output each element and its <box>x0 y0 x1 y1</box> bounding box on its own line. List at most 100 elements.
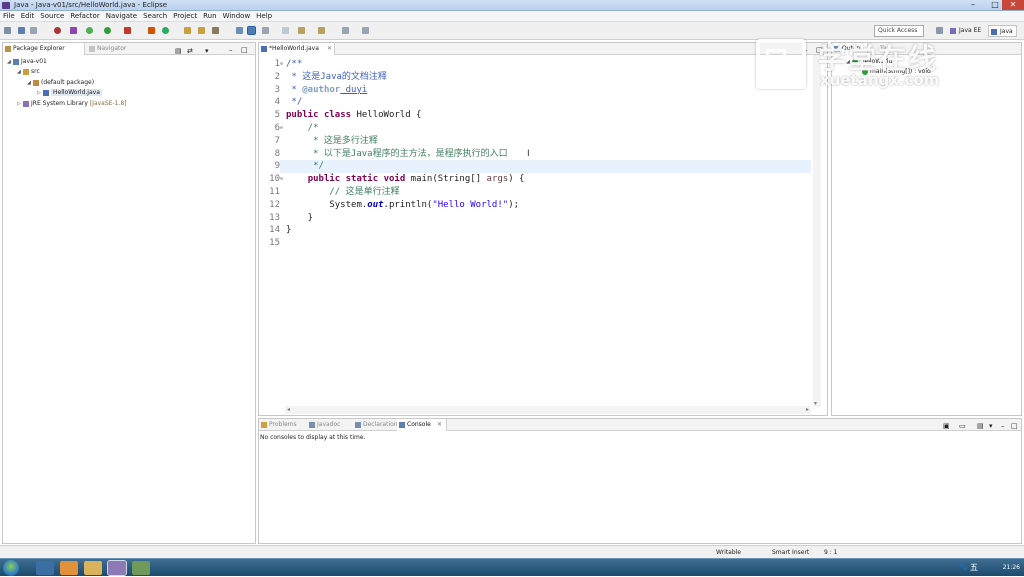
outline-panel: Outline Ta ◢ HelloWorld main(String[]) : … <box>831 42 1022 416</box>
scroll-down-icon[interactable]: ▾ <box>814 400 817 407</box>
start-button[interactable] <box>3 560 19 576</box>
quick-access-input[interactable]: Quick Access <box>874 25 924 37</box>
tab-navigator[interactable]: Navigator <box>87 43 143 55</box>
editor-tabstrip: *HelloWorld.java ✕ – □ <box>259 43 827 55</box>
ime-mode[interactable]: 五 <box>970 562 978 573</box>
next-annotation-icon[interactable] <box>282 27 289 34</box>
code-line: 4 */ <box>274 97 303 108</box>
code-line: 2 * 这是Java的文档注释 <box>274 71 387 82</box>
minimize-view-icon[interactable]: – <box>1001 420 1005 432</box>
eclipse-taskbar-icon[interactable] <box>107 560 127 576</box>
tree-project[interactable]: ◢ Java-v01 <box>7 57 47 67</box>
open-perspective-icon[interactable] <box>936 27 943 34</box>
tab-package-explorer[interactable]: Package Explorer <box>3 43 85 55</box>
menu-search[interactable]: Search <box>140 11 170 22</box>
editor-horizontal-scrollbar[interactable]: ◂ ▸ <box>285 406 811 414</box>
skip-breakpoints-icon[interactable] <box>70 27 77 34</box>
open-type-icon[interactable] <box>184 27 191 34</box>
maximize-view-icon[interactable]: □ <box>1011 420 1018 432</box>
ime-paw-icon[interactable]: 🐾 <box>958 562 968 571</box>
code-line: 13 } <box>269 212 314 223</box>
code-editor[interactable]: 1 ⊖/** 2 * 这是Java的文档注释 3 * @author duyi 4… <box>259 55 811 408</box>
view-menu-icon[interactable]: ▾ <box>205 45 209 57</box>
fold-icon[interactable]: ⊖ <box>280 58 283 71</box>
toggle-mark-icon[interactable] <box>236 27 243 34</box>
menu-window[interactable]: Window <box>220 11 254 22</box>
tab-problems[interactable]: Problems <box>259 419 305 431</box>
view-menu-icon[interactable]: ▾ <box>989 420 993 432</box>
app-taskbar-icon[interactable] <box>132 561 150 575</box>
show-whitespace-icon[interactable] <box>262 27 269 34</box>
menu-project[interactable]: Project <box>170 11 200 22</box>
close-icon[interactable]: ✕ <box>1002 0 1024 10</box>
console-panel: Problems Javadoc Declaration Console ✕ ▣ … <box>258 418 1022 544</box>
minimize-view-icon[interactable]: – <box>229 44 233 56</box>
debug-icon[interactable] <box>86 27 93 34</box>
tree-default-package[interactable]: ◢ (default package) <box>27 78 94 88</box>
new-class-icon[interactable] <box>162 27 169 34</box>
new-icon[interactable] <box>4 27 11 34</box>
back-icon[interactable] <box>342 27 349 34</box>
code-line: 6 ⊖ /* <box>274 122 319 135</box>
menu-navigate[interactable]: Navigate <box>103 11 140 22</box>
prev-annotation-icon[interactable] <box>298 27 305 34</box>
navigator-icon <box>89 46 95 52</box>
java-ee-icon <box>950 28 956 34</box>
collapse-all-icon[interactable]: ▤ <box>175 45 182 57</box>
xuetangx-watermark: 学堂在线 xuetangx.com <box>756 37 966 93</box>
menu-run[interactable]: Run <box>200 11 219 22</box>
menu-file[interactable]: File <box>0 11 18 22</box>
ie-icon[interactable] <box>36 561 54 575</box>
console-icon <box>399 422 405 428</box>
last-edit-icon[interactable] <box>318 27 325 34</box>
tree-src-folder[interactable]: ◢ src <box>17 67 40 77</box>
save-icon[interactable] <box>18 27 25 34</box>
tab-console[interactable]: Console ✕ <box>397 419 447 431</box>
link-editor-icon[interactable]: ⇄ <box>187 45 193 57</box>
close-tab-icon[interactable]: ✕ <box>327 43 332 55</box>
eclipse-icon <box>2 2 10 9</box>
menu-refactor[interactable]: Refactor <box>67 11 102 22</box>
problems-icon <box>261 422 267 428</box>
window-title: Java - Java-v01/src/HelloWorld.java - Ec… <box>14 1 168 9</box>
menu-help[interactable]: Help <box>253 11 275 22</box>
perspective-java[interactable]: Java <box>988 25 1017 37</box>
menu-source[interactable]: Source <box>37 11 67 22</box>
new-java-project-icon[interactable] <box>148 27 155 34</box>
fold-icon[interactable]: ⊖ <box>280 122 283 135</box>
scroll-left-icon[interactable]: ◂ <box>287 406 290 413</box>
maximize-view-icon[interactable]: □ <box>241 44 248 56</box>
clock[interactable]: 21:26 <box>1003 559 1020 577</box>
package-explorer-icon <box>5 46 11 52</box>
run-icon[interactable] <box>104 27 111 34</box>
external-tools-icon[interactable] <box>124 27 131 34</box>
display-console-icon[interactable]: ▣ <box>943 420 950 432</box>
search-icon[interactable] <box>212 27 219 34</box>
java-file-icon <box>261 46 267 52</box>
minimize-icon[interactable]: – <box>962 0 984 10</box>
fold-icon[interactable]: ⊖ <box>280 173 283 186</box>
editor-vertical-scrollbar[interactable]: ▾ <box>813 55 821 407</box>
explorer-icon[interactable] <box>84 561 102 575</box>
close-tab-icon[interactable]: ✕ <box>437 419 442 431</box>
terminate-icon[interactable] <box>54 27 61 34</box>
code-line: 12 System.out.println("Hello World!"); <box>269 199 520 210</box>
console-message: No consoles to display at this time. <box>260 434 366 441</box>
open-console-icon[interactable]: ▤ <box>977 420 984 432</box>
package-explorer-tabstrip: Package Explorer Navigator ▤ ⇄ ▾ – □ <box>3 43 255 55</box>
perspective-java-ee[interactable]: Java EE <box>948 25 984 37</box>
tree-java-file[interactable]: ▷ HelloWorld.java <box>37 88 102 98</box>
toggle-block-icon[interactable] <box>247 26 256 35</box>
pin-console-icon[interactable]: ▭ <box>959 420 966 432</box>
forward-icon[interactable] <box>362 27 369 34</box>
scroll-right-icon[interactable]: ▸ <box>806 406 809 413</box>
tree-jre-library[interactable]: ▷ JRE System Library [JavaSE-1.8] <box>17 99 127 109</box>
code-line: 7 * 这是多行注释 <box>274 135 378 146</box>
save-all-icon[interactable] <box>30 27 37 34</box>
tab-helloworld-java[interactable]: *HelloWorld.java ✕ <box>259 43 335 55</box>
tab-declaration[interactable]: Declaration <box>353 419 398 431</box>
chrome-icon[interactable] <box>60 561 78 575</box>
tab-javadoc[interactable]: Javadoc <box>307 419 351 431</box>
open-task-icon[interactable] <box>198 27 205 34</box>
menu-edit[interactable]: Edit <box>18 11 38 22</box>
